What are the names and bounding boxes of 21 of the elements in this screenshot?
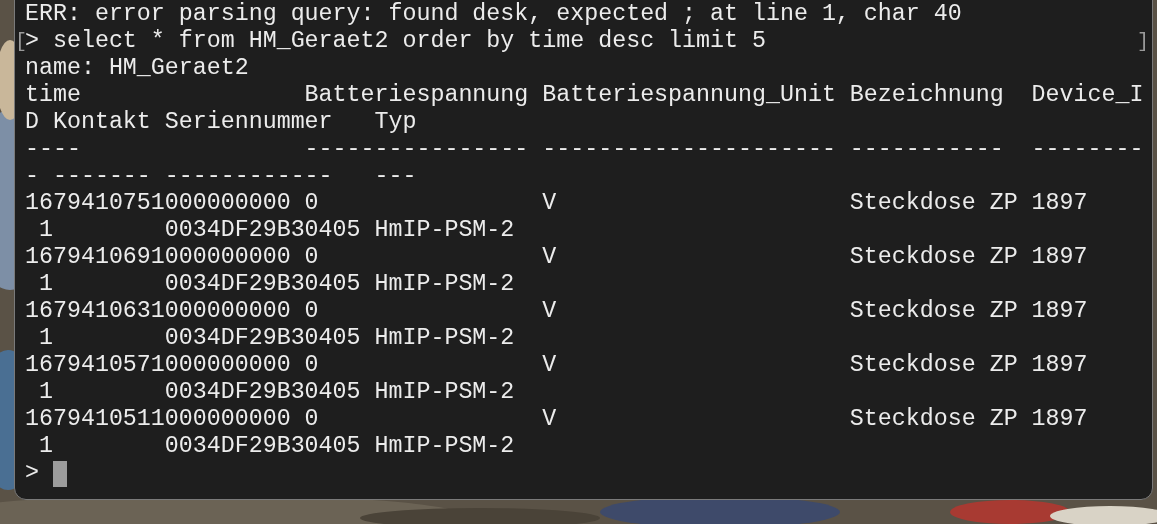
terminal-line: 1679410571000000000 0 V Steckdose ZP 1897: [25, 352, 1088, 379]
terminal-line: ---- ---------------- --------------------- ----------- --------: [25, 136, 1144, 163]
prompt: >: [25, 460, 39, 487]
terminal-line: 1 0034DF29B30405 HmIP-PSM-2: [37, 325, 515, 352]
terminal-line: 1679410751000000000 0 V Steckdose ZP 1897: [25, 190, 1088, 217]
terminal-line: 1 0034DF29B30405 HmIP-PSM-2: [37, 217, 515, 244]
line-mark: [: [15, 29, 27, 55]
terminal-line: ERR: error parsing query: found desk, expected ; at line 1, char 40: [25, 1, 962, 28]
terminal-line: 1 0034DF29B30405 HmIP-PSM-2: [37, 433, 515, 460]
terminal-line: > select * from HM_Geraet2 order by time desc limit 5: [25, 28, 766, 55]
terminal-line: 1 0034DF29B30405 HmIP-PSM-2: [37, 379, 515, 406]
terminal-line: D Kontakt Seriennummer Typ: [25, 109, 417, 136]
line-mark: ]: [1137, 29, 1149, 55]
terminal-line: 1679410511000000000 0 V Steckdose ZP 1897: [25, 406, 1088, 433]
terminal-line: 1679410691000000000 0 V Steckdose ZP 1897: [25, 244, 1088, 271]
terminal-line: - ------- ------------ ---: [25, 163, 417, 190]
terminal-line: 1679410631000000000 0 V Steckdose ZP 1897: [25, 298, 1088, 325]
terminal-line: name: HM_Geraet2: [25, 55, 249, 82]
terminal-line: 1 0034DF29B30405 HmIP-PSM-2: [37, 271, 515, 298]
text-cursor: [53, 460, 67, 487]
terminal-line: time Batteriespannung Batteriespannung_Unit Bezeichnung Device_I: [25, 82, 1144, 109]
